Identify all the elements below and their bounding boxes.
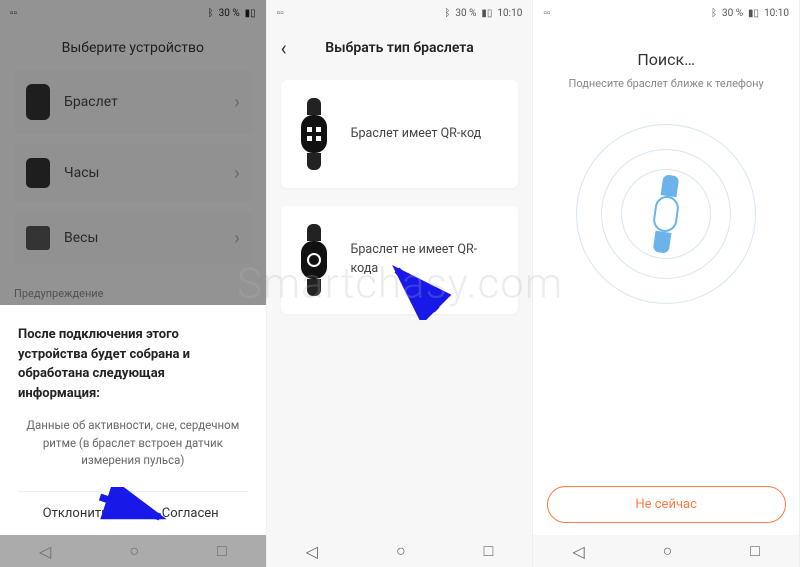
sheet-title: После подключения этого устройства будет… — [18, 325, 248, 403]
card-label: Браслет имеет QR-код — [351, 125, 482, 144]
nav-home-icon[interactable]: ○ — [663, 541, 673, 561]
phone-screen-2: ▫▫ ᛒ 30 % ▮▯ 10:10 ‹ Выбрать тип браслет… — [267, 0, 534, 567]
consent-sheet: После подключения этого устройства будет… — [0, 305, 266, 535]
card-has-qr[interactable]: Браслет имеет QR-код — [281, 80, 519, 188]
sheet-body: Данные об активности, сне, сердечном рит… — [18, 417, 248, 469]
android-navbar: ◁ ○ □ — [267, 535, 533, 567]
search-subtitle: Поднесите браслет ближе к телефону — [569, 77, 764, 90]
status-bar: ▫▫ ᛒ 30 % ▮▯ 10:10 — [267, 0, 533, 26]
nav-back-icon[interactable]: ◁ — [306, 542, 318, 561]
android-navbar: ◁ ○ □ — [533, 535, 799, 567]
nav-back-icon[interactable]: ◁ — [572, 542, 584, 561]
band-qr-icon — [295, 98, 333, 170]
bluetooth-icon: ᛒ — [444, 8, 450, 19]
battery-text: 30 % — [722, 8, 743, 19]
nav-home-icon[interactable]: ○ — [129, 541, 139, 561]
not-now-button[interactable]: Не сейчас — [547, 486, 786, 523]
nav-recent-icon[interactable]: □ — [750, 541, 760, 561]
time-text: 10:10 — [764, 8, 789, 19]
bluetooth-icon: ᛒ — [711, 8, 717, 19]
time-text: 10:10 — [497, 8, 522, 19]
sheet-buttons: Отклонить Согласен — [18, 491, 248, 535]
nav-back-icon[interactable]: ◁ — [39, 542, 51, 561]
footer: Не сейчас — [547, 486, 786, 523]
nav-recent-icon[interactable]: □ — [484, 541, 494, 561]
page-title: Выбрать тип браслета — [305, 40, 519, 56]
battery-icon: ▮▯ — [481, 8, 492, 19]
scan-animation — [576, 124, 756, 304]
signal-icon: ▫▫ — [543, 8, 550, 19]
nav-home-icon[interactable]: ○ — [396, 541, 406, 561]
nav-recent-icon[interactable]: □ — [217, 541, 227, 561]
band-noqr-icon — [295, 224, 333, 296]
status-bar: ▫▫ ᛒ 30 % ▮▯ 10:10 — [533, 0, 799, 26]
decline-button[interactable]: Отклонить — [18, 492, 133, 535]
battery-icon: ▮▯ — [748, 8, 759, 19]
qr-icon — [307, 127, 321, 141]
signal-icon: ▫▫ — [277, 8, 284, 19]
bracelet-type-list: Браслет имеет QR-код Браслет не имеет QR… — [267, 70, 533, 342]
phone-screen-3: ▫▫ ᛒ 30 % ▮▯ 10:10 Поиск… Поднесите брас… — [533, 0, 800, 567]
card-label: Браслет не имеет QR-кода — [351, 241, 505, 279]
android-navbar: ◁ ○ □ — [0, 535, 266, 567]
agree-button[interactable]: Согласен — [133, 492, 248, 535]
battery-text: 30 % — [455, 8, 476, 19]
phone-screen-1: ▫▫ ᛒ 30 % ▮▯ Выберите устройство Браслет… — [0, 0, 267, 567]
link-icon — [304, 250, 324, 270]
card-no-qr[interactable]: Браслет не имеет QR-кода — [281, 206, 519, 314]
search-content: Поиск… Поднесите браслет ближе к телефон… — [533, 26, 799, 567]
back-button[interactable]: ‹ — [281, 36, 305, 60]
search-title: Поиск… — [637, 50, 695, 69]
page-header: ‹ Выбрать тип браслета — [267, 26, 533, 70]
